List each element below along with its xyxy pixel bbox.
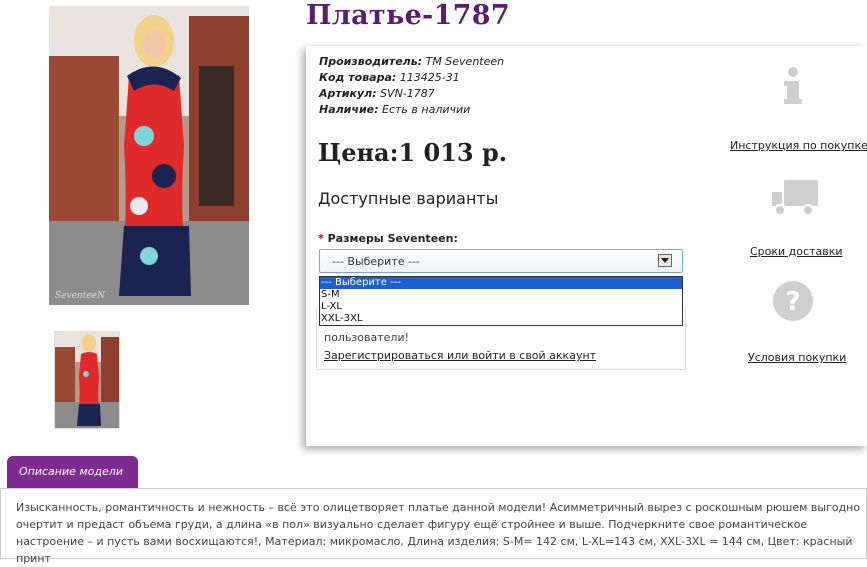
spec-article: Артикул: SVN-1787 [319, 87, 435, 100]
truck-icon [770, 178, 820, 218]
product-price: Цена:1 013 р. [318, 138, 508, 167]
svg-text:?: ? [785, 287, 800, 317]
product-photo[interactable]: SeventeeN [49, 6, 249, 305]
description-panel: Изысканность, романтичность и нежность –… [0, 488, 867, 565]
size-select-value: --- Выберите --- [332, 255, 420, 268]
sidebar-item-delivery-terms[interactable]: Сроки доставки [750, 245, 843, 258]
spec-manufacturer: Производитель: ТМ Seventeen [319, 55, 505, 68]
product-specs: Производитель: ТМ Seventeen Код товара: … [319, 54, 504, 118]
product-thumbnail-image [55, 332, 119, 428]
size-option[interactable]: XXL-3XL [320, 313, 682, 325]
product-photo-image: SeventeeN [49, 6, 249, 305]
required-mark: * [318, 232, 324, 245]
variants-heading: Доступные варианты [318, 189, 499, 208]
chevron-down-icon[interactable] [658, 254, 672, 267]
tab-description[interactable]: Описание модели [7, 456, 138, 488]
spec-product-code: Код товара: 113425-31 [319, 71, 460, 84]
size-dropdown-list[interactable]: --- Выберите --- S-M L-XL XXL-3XL [319, 276, 683, 326]
info-icon [782, 66, 804, 106]
question-icon: ? [772, 280, 814, 322]
size-select[interactable]: --- Выберите --- [319, 249, 683, 273]
spec-availability: Наличие: Есть в наличии [319, 103, 471, 116]
size-option[interactable]: S-M [320, 289, 682, 301]
sidebar-item-purchase-terms[interactable]: Условия покупки [748, 351, 846, 364]
svg-text:SeventeeN: SeventeeN [55, 291, 106, 301]
product-thumbnail[interactable] [54, 331, 120, 429]
sidebar-item-purchase-instructions[interactable]: Инструкция по покупке [730, 139, 867, 152]
size-label: * Размеры Seventeen: [318, 232, 458, 245]
size-option[interactable]: L-XL [320, 301, 682, 313]
size-option[interactable]: --- Выберите --- [320, 277, 682, 289]
page-title: Платье-1787 [306, 0, 510, 31]
product-info-panel: Производитель: ТМ Seventeen Код товара: … [306, 46, 867, 446]
description-text: Изысканность, романтичность и нежность –… [16, 501, 861, 565]
login-message: пользователи! [324, 331, 410, 344]
register-login-link[interactable]: Зарегистрироваться или войти в свой акка… [324, 349, 596, 362]
